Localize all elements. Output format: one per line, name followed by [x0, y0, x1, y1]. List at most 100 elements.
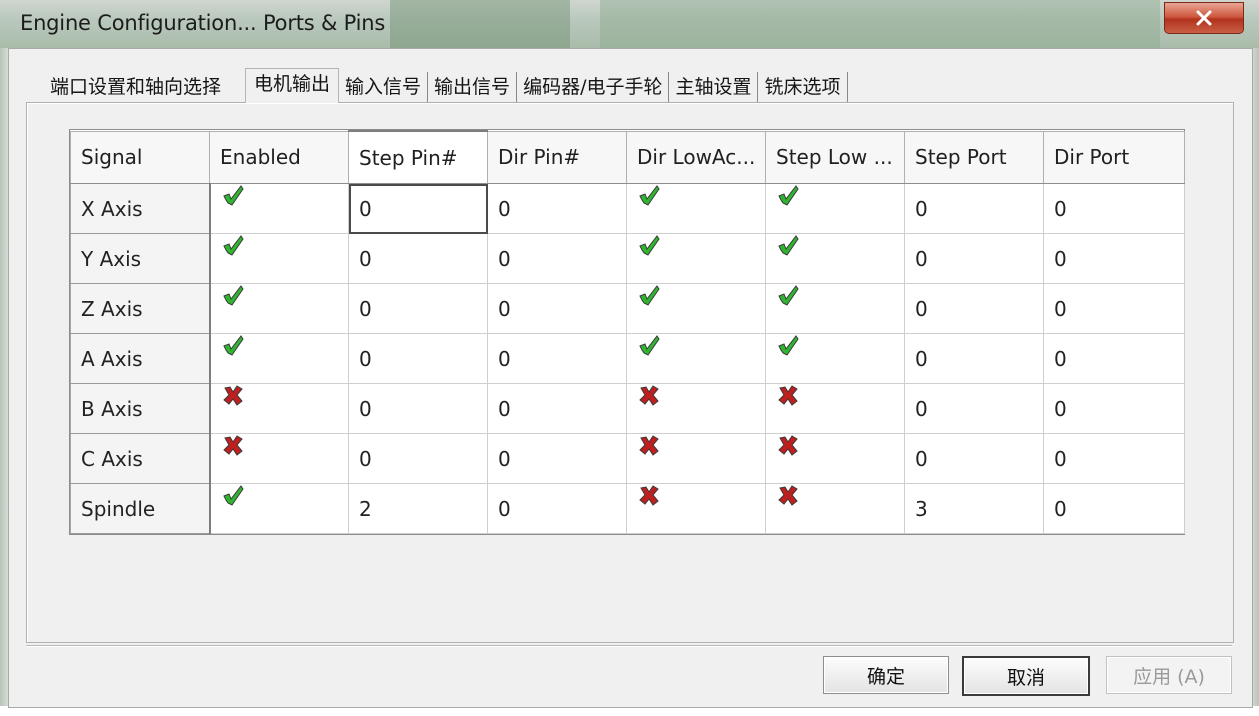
cross-flag-icon	[222, 385, 243, 406]
cell-step-low-active[interactable]	[765, 183, 905, 234]
tab-mill-options[interactable]: 铣床选项	[758, 72, 848, 102]
window-title: Engine Configuration... Ports & Pins	[20, 11, 386, 35]
cell-step-pin[interactable]: 0	[348, 283, 488, 334]
cell-step-low-active[interactable]	[765, 383, 905, 434]
cell-step-low-active[interactable]	[765, 233, 905, 284]
cell-dir-low-active[interactable]	[626, 233, 766, 284]
cell-dir-low-active[interactable]	[626, 483, 766, 534]
motor-outputs-grid: Signal Enabled Step Pin# Dir Pin# Dir Lo…	[69, 129, 1185, 535]
cross-flag-icon	[639, 435, 659, 456]
cell-step-pin[interactable]: 0	[348, 333, 488, 384]
cell-enabled[interactable]	[209, 283, 349, 334]
check-flag-icon	[222, 485, 244, 506]
cross-flag-icon	[778, 485, 798, 506]
check-flag-icon	[778, 235, 799, 256]
ok-button[interactable]: 确定	[823, 656, 949, 694]
table-row: B Axis 0 0 0 0	[70, 383, 1185, 434]
cell-enabled[interactable]	[209, 183, 349, 234]
check-flag-icon	[778, 285, 799, 306]
cell-step-pin[interactable]: 0	[348, 433, 488, 484]
tab-port-axis-selection[interactable]: 端口设置和轴向选择	[40, 72, 245, 102]
cell-step-pin[interactable]: 0	[348, 383, 488, 434]
cell-step-port[interactable]: 0	[904, 233, 1044, 284]
cell-dir-pin[interactable]: 0	[487, 183, 627, 234]
column-header-step-low-active[interactable]: Step Low ...	[765, 130, 905, 184]
column-header-enabled[interactable]: Enabled	[209, 130, 349, 184]
cell-enabled[interactable]	[209, 333, 349, 384]
column-header-signal[interactable]: Signal	[70, 130, 210, 184]
cross-flag-icon	[639, 385, 659, 406]
column-header-dir-low-active[interactable]: Dir LowAc...	[626, 130, 766, 184]
table-row: Z Axis 0 0 0 0	[70, 283, 1185, 334]
table-row: C Axis 0 0 0 0	[70, 433, 1185, 484]
table-row: X Axis 0 0 0 0	[70, 183, 1185, 234]
table-row: A Axis 0 0 0 0	[70, 333, 1185, 384]
close-button[interactable]	[1164, 2, 1244, 34]
cell-dir-port[interactable]: 0	[1043, 283, 1185, 334]
tab-encoder-mpg[interactable]: 编码器/电子手轮	[517, 72, 670, 102]
check-flag-icon	[222, 235, 244, 256]
cell-step-pin[interactable]: 0	[348, 233, 488, 284]
cell-dir-low-active[interactable]	[626, 333, 766, 384]
cell-step-port[interactable]: 0	[904, 283, 1044, 334]
cell-dir-low-active[interactable]	[626, 183, 766, 234]
cell-dir-port[interactable]: 0	[1043, 383, 1185, 434]
table-row: Y Axis 0 0 0 0	[70, 233, 1185, 284]
tab-motor-outputs[interactable]: 电机输出	[245, 68, 340, 103]
cell-enabled[interactable]	[209, 383, 349, 434]
cell-dir-port[interactable]: 0	[1043, 233, 1185, 284]
cell-step-port[interactable]: 0	[904, 433, 1044, 484]
button-divider	[26, 645, 1232, 647]
cell-dir-pin[interactable]: 0	[487, 233, 627, 284]
cell-dir-port[interactable]: 0	[1043, 333, 1185, 384]
cell-signal[interactable]: B Axis	[70, 383, 211, 434]
cell-step-port[interactable]: 0	[904, 383, 1044, 434]
tab-spindle-setup[interactable]: 主轴设置	[669, 72, 759, 102]
cell-dir-port[interactable]: 0	[1043, 483, 1185, 534]
tab-output-signals[interactable]: 输出信号	[428, 72, 518, 102]
title-bar[interactable]: Engine Configuration... Ports & Pins	[0, 0, 1259, 50]
cell-step-low-active[interactable]	[765, 483, 905, 534]
cell-step-port[interactable]: 3	[904, 483, 1044, 534]
cell-step-pin[interactable]: 0	[348, 183, 488, 234]
check-flag-icon	[639, 235, 660, 256]
cell-dir-pin[interactable]: 0	[487, 433, 627, 484]
cross-flag-icon	[222, 435, 243, 456]
cell-step-pin[interactable]: 2	[348, 483, 488, 534]
column-header-step-port[interactable]: Step Port	[904, 130, 1044, 184]
cell-signal[interactable]: X Axis	[70, 183, 211, 234]
cross-flag-icon	[778, 385, 798, 406]
cell-enabled[interactable]	[209, 433, 349, 484]
cell-dir-low-active[interactable]	[626, 383, 766, 434]
cell-step-low-active[interactable]	[765, 433, 905, 484]
cell-dir-port[interactable]: 0	[1043, 183, 1185, 234]
cell-dir-low-active[interactable]	[626, 433, 766, 484]
column-header-step-pin[interactable]: Step Pin#	[348, 130, 488, 184]
cell-dir-port[interactable]: 0	[1043, 433, 1185, 484]
cell-dir-pin[interactable]: 0	[487, 483, 627, 534]
column-header-dir-port[interactable]: Dir Port	[1043, 130, 1185, 184]
cell-enabled[interactable]	[209, 233, 349, 284]
cell-step-port[interactable]: 0	[904, 183, 1044, 234]
tab-input-signals[interactable]: 输入信号	[339, 72, 429, 102]
cell-signal[interactable]: Spindle	[70, 483, 211, 534]
cell-dir-pin[interactable]: 0	[487, 283, 627, 334]
cell-dir-pin[interactable]: 0	[487, 333, 627, 384]
cell-step-low-active[interactable]	[765, 333, 905, 384]
cell-signal[interactable]: C Axis	[70, 433, 211, 484]
cross-flag-icon	[778, 435, 798, 456]
check-flag-icon	[639, 335, 660, 356]
cancel-button[interactable]: 取消	[962, 656, 1090, 696]
cell-dir-pin[interactable]: 0	[487, 383, 627, 434]
grid-header-row: Signal Enabled Step Pin# Dir Pin# Dir Lo…	[70, 130, 1185, 184]
cell-dir-low-active[interactable]	[626, 283, 766, 334]
cell-signal[interactable]: Y Axis	[70, 233, 211, 284]
cell-signal[interactable]: Z Axis	[70, 283, 211, 334]
cell-enabled[interactable]	[209, 483, 349, 534]
cell-step-port[interactable]: 0	[904, 333, 1044, 384]
apply-button[interactable]: 应用 (A)	[1106, 656, 1232, 694]
cell-step-low-active[interactable]	[765, 283, 905, 334]
column-header-dir-pin[interactable]: Dir Pin#	[487, 130, 627, 184]
cell-signal[interactable]: A Axis	[70, 333, 211, 384]
tab-bar: 端口设置和轴向选择 电机输出 输入信号 输出信号 编码器/电子手轮 主轴设置 铣…	[40, 68, 848, 103]
